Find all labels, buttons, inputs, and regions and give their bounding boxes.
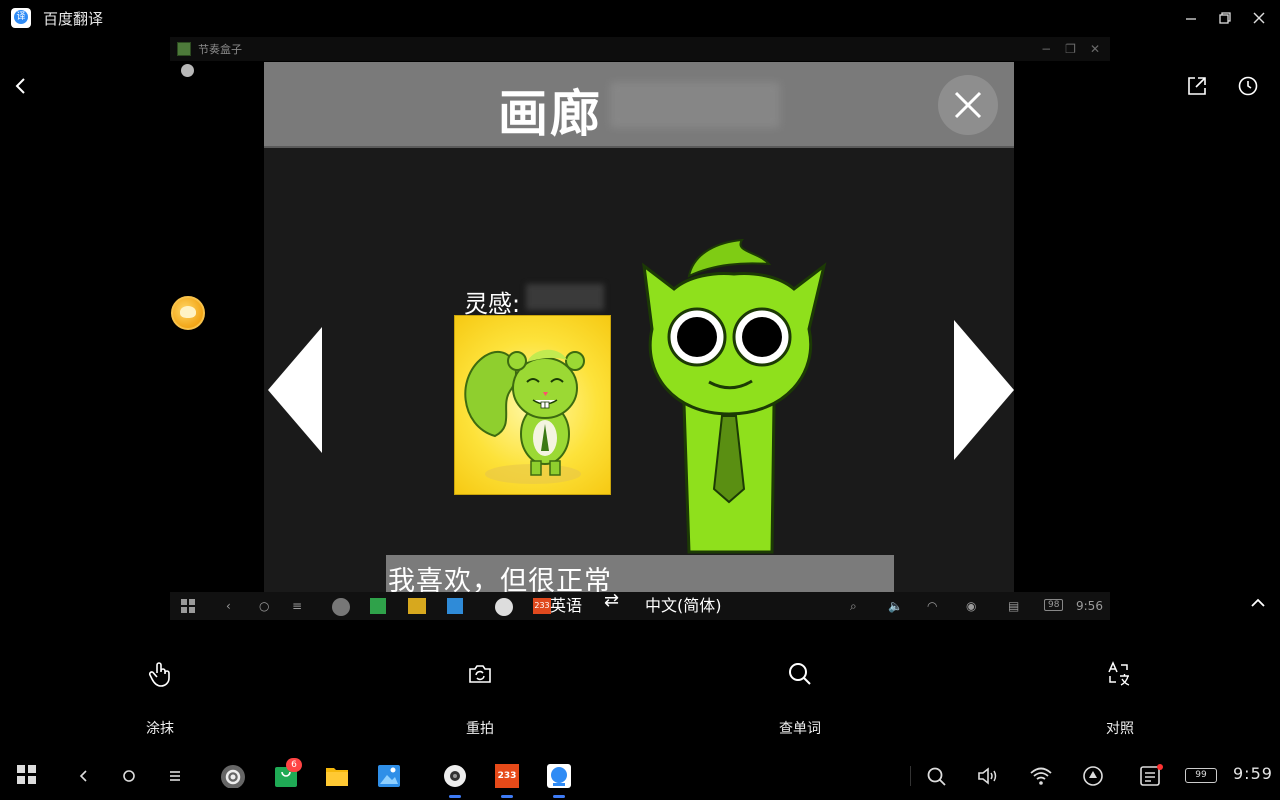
- system-taskbar: 6 233 99: [0, 752, 1280, 800]
- smear-tool-label: 涂抹: [146, 721, 174, 737]
- start-menu-button[interactable]: [16, 764, 38, 788]
- squirrel-character-icon: [464, 349, 585, 484]
- captured-back-icon: ‹: [226, 599, 231, 613]
- lookup-word-tool-label: 查单词: [779, 721, 821, 737]
- app-store-icon[interactable]: 6: [274, 758, 302, 788]
- wifi-button[interactable]: [1029, 764, 1053, 788]
- close-icon: [1253, 12, 1265, 24]
- minimize-button[interactable]: [1174, 0, 1208, 36]
- notifications-button[interactable]: [1139, 764, 1163, 788]
- retake-tool-button[interactable]: 重拍: [420, 660, 540, 740]
- battery-indicator: 99: [1185, 768, 1217, 783]
- captured-restore-icon: ❐: [1065, 42, 1076, 56]
- source-language-button[interactable]: 英语: [550, 592, 582, 616]
- close-icon: [954, 91, 982, 119]
- chevron-up-icon: [1251, 598, 1265, 607]
- inspiration-image: [454, 315, 611, 495]
- app-title: 百度翻译: [43, 9, 104, 28]
- captured-home-icon: ○: [259, 599, 270, 613]
- captured-battery-indicator: 98: [1044, 599, 1064, 611]
- camera-retake-icon: [466, 660, 494, 688]
- lookup-word-tool-button[interactable]: 查单词: [740, 660, 860, 740]
- captured-wifi-icon: ◠: [927, 599, 938, 613]
- captured-taskbar: ‹ ○ ≡ 233 ⌕ 🔈 ◠ ◉ ▤ 98 9:56: [170, 592, 1110, 620]
- gallery-close-button: [938, 75, 998, 135]
- settings-app-icon[interactable]: [220, 764, 246, 788]
- window-controls: [1174, 0, 1280, 36]
- captured-window-titlebar: 节奏盒子 − ❐ ✕: [170, 37, 1110, 61]
- inspiration-label: 灵感:: [464, 290, 521, 318]
- captured-start-icon: [181, 599, 195, 613]
- taskbar-divider: [910, 766, 911, 786]
- captured-settings-app-icon: [332, 598, 350, 616]
- captured-game-app-icon: [495, 598, 513, 616]
- green-cat-character-icon: [642, 238, 827, 554]
- running-indicator: [449, 795, 461, 798]
- app-titlebar: 百度翻译: [0, 0, 1280, 36]
- captured-volume-icon: 🔈: [888, 599, 903, 613]
- nav-back-button[interactable]: [75, 764, 91, 788]
- input-method-button[interactable]: [1081, 764, 1105, 788]
- volume-button[interactable]: [976, 764, 1000, 788]
- running-indicator: [501, 795, 513, 798]
- close-window-button[interactable]: [1242, 0, 1276, 36]
- app-233-icon[interactable]: 233: [495, 764, 519, 788]
- captured-minimize-icon: −: [1041, 42, 1052, 56]
- search-icon: [786, 660, 814, 688]
- expand-button[interactable]: [1248, 594, 1268, 612]
- share-export-icon: [1188, 77, 1206, 95]
- gallery-app-icon[interactable]: [377, 764, 401, 788]
- minimize-icon: [1186, 18, 1196, 20]
- captured-close-icon: ✕: [1089, 42, 1100, 56]
- captured-store-app-icon: [370, 598, 386, 614]
- floating-dot-icon: [181, 64, 194, 77]
- translated-subtitle: 我喜欢，但很正常: [388, 566, 612, 592]
- captured-clock: 9:56: [1076, 599, 1103, 613]
- captured-window-title: 节奏盒子: [198, 43, 242, 56]
- share-button[interactable]: [1185, 74, 1209, 98]
- game-app-icon[interactable]: [443, 764, 467, 788]
- smear-tool-button[interactable]: 涂抹: [100, 660, 220, 740]
- restore-button[interactable]: [1208, 0, 1242, 36]
- compare-tool-label: 对照: [1106, 721, 1134, 737]
- coin-badge-icon: [171, 296, 205, 330]
- restore-icon: [1219, 12, 1231, 24]
- captured-window-controls: − ❐ ✕: [1041, 37, 1100, 61]
- captured-233-app-icon: 233: [533, 598, 551, 614]
- blurred-original-text: [526, 284, 604, 310]
- captured-menu-icon: ≡: [292, 599, 303, 613]
- captured-keyboard-icon: ◉: [966, 599, 977, 613]
- baidu-translate-logo-icon: [11, 8, 31, 28]
- nav-menu-button[interactable]: [167, 764, 183, 788]
- nav-home-button[interactable]: [120, 764, 138, 788]
- screenshot-image-area[interactable]: 画廊 灵感: 我喜欢，但很正常: [264, 62, 1014, 592]
- history-button[interactable]: [1236, 74, 1260, 98]
- baidu-translate-app-icon[interactable]: [547, 764, 571, 788]
- app-store-badge: 6: [286, 758, 302, 772]
- system-clock: 9:59: [1233, 764, 1273, 783]
- search-button[interactable]: [925, 764, 947, 788]
- clock-history-icon: [1238, 76, 1258, 96]
- rhythm-box-app-icon: [177, 42, 191, 56]
- compare-tool-button[interactable]: 对照: [1060, 660, 1180, 740]
- gallery-title: 画廊: [498, 85, 602, 143]
- captured-notes-icon: ▤: [1008, 599, 1020, 613]
- hand-pointer-icon: [146, 660, 174, 688]
- target-language-button[interactable]: 中文(简体): [645, 592, 722, 616]
- compare-translate-icon: [1106, 660, 1134, 688]
- blurred-original-text: [610, 82, 780, 128]
- previous-arrow-icon: [268, 327, 322, 453]
- back-button[interactable]: [10, 74, 34, 98]
- captured-gallery-app-icon: [447, 598, 463, 614]
- retake-tool-label: 重拍: [466, 721, 494, 737]
- next-arrow-icon: [954, 320, 1014, 460]
- swap-languages-button[interactable]: ⇄: [604, 590, 619, 611]
- running-indicator: [553, 795, 565, 798]
- chevron-left-icon: [15, 78, 25, 94]
- captured-search-icon: ⌕: [850, 599, 857, 613]
- captured-files-app-icon: [408, 598, 426, 614]
- gallery-header: 画廊: [264, 62, 1014, 148]
- file-manager-icon[interactable]: [325, 764, 349, 788]
